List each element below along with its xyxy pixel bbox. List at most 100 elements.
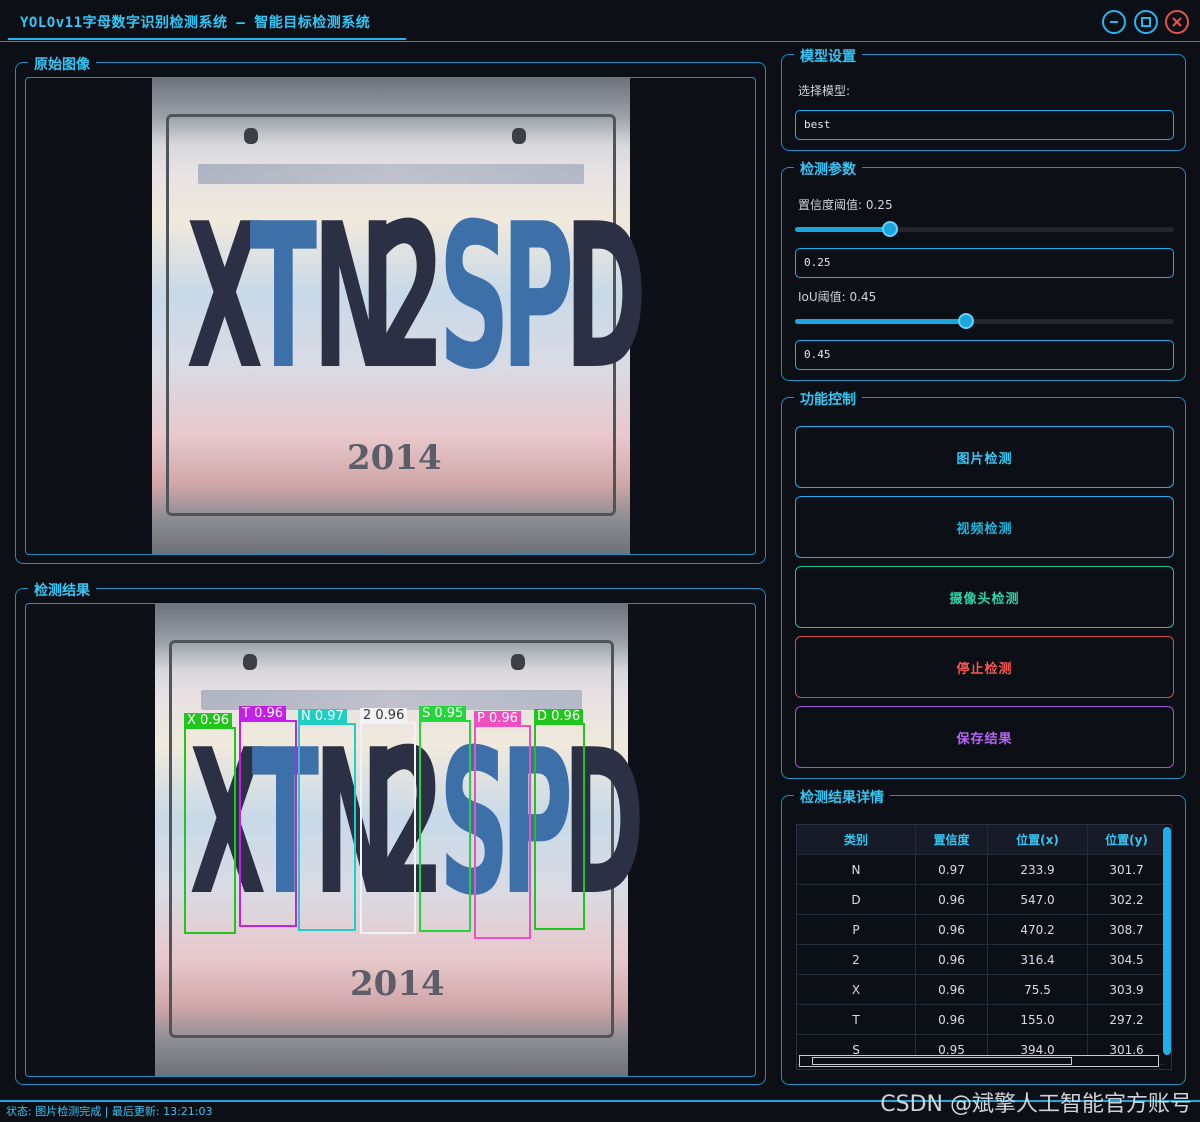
- plate-bolt: [243, 654, 257, 670]
- detection-box: T 0.96: [239, 706, 297, 927]
- table-cell: 308.7: [1109, 922, 1144, 937]
- function-control-panel: 功能控制 图片检测 视频检测 摄像头检测 停止检测 保存结果: [781, 389, 1186, 779]
- stop-detect-button[interactable]: 停止检测: [795, 636, 1174, 698]
- table-row[interactable]: P 0.96 470.2 308.7: [797, 915, 1165, 945]
- table-row[interactable]: N 0.97 233.9 301.7: [797, 855, 1165, 885]
- table-cell: 304.5: [1109, 952, 1144, 967]
- column-header-x[interactable]: 位置(x): [988, 825, 1088, 854]
- plate-char: N: [312, 181, 396, 414]
- close-icon: [1172, 17, 1182, 27]
- column-header-y[interactable]: 位置(y): [1088, 825, 1165, 854]
- result-plate-image: X T N 2 S P D 2014 X 0.96 T 0.96 N 0.97: [155, 604, 645, 1076]
- detection-box: N 0.97: [298, 709, 356, 931]
- app-window: YOLOv11字母数字识别检测系统 – 智能目标检测系统 原始图像 X T N: [0, 0, 1200, 1122]
- confidence-input[interactable]: 0.25: [795, 248, 1174, 278]
- detection-label: 2 0.96: [360, 708, 408, 723]
- plate-bolt: [244, 128, 258, 144]
- image-detect-button[interactable]: 图片检测: [795, 426, 1174, 488]
- table-cell: 470.2: [988, 915, 1088, 944]
- detection-box: 2 0.96: [360, 708, 416, 934]
- table-cell: T: [797, 1005, 916, 1034]
- status-text: 状态: 图片检测完成 | 最后更新: 13:21:03: [6, 1105, 213, 1118]
- confidence-threshold-label: 置信度阈值: 0.25: [798, 198, 893, 212]
- detection-box: D 0.96: [534, 709, 585, 930]
- column-header-confidence[interactable]: 置信度: [916, 825, 988, 854]
- table-cell: 0.96: [916, 1005, 988, 1034]
- table-cell: 302.2: [1109, 892, 1144, 907]
- original-image-frame: X T N 2 S P D 2014: [25, 77, 756, 555]
- iou-slider[interactable]: [795, 313, 1174, 329]
- plate-characters: X T N 2 S P D: [174, 181, 647, 414]
- table-cell: 301.7: [1109, 862, 1144, 877]
- model-settings-panel: 模型设置 选择模型: best: [781, 46, 1186, 151]
- iou-threshold-label: IoU阈值: 0.45: [798, 290, 877, 304]
- iou-slider-handle[interactable]: [957, 313, 974, 329]
- confidence-slider-handle[interactable]: [881, 221, 898, 237]
- title-bar[interactable]: YOLOv11字母数字识别检测系统 – 智能目标检测系统: [0, 0, 1200, 42]
- table-cell: 0.97: [916, 855, 988, 884]
- horizontal-scrollbar-thumb[interactable]: [812, 1057, 1072, 1065]
- detection-box: X 0.96: [184, 713, 236, 934]
- detection-details-title: 检测结果详情: [794, 787, 890, 807]
- table-row[interactable]: X 0.96 75.5 303.9: [797, 975, 1165, 1005]
- close-button[interactable]: [1165, 10, 1189, 34]
- plate-year: 2014: [347, 438, 442, 478]
- detection-label: X 0.96: [184, 713, 232, 728]
- original-plate-image: X T N 2 S P D 2014: [152, 78, 647, 554]
- table-row[interactable]: T 0.96 155.0 297.2: [797, 1005, 1165, 1035]
- table-header-row: 类别 置信度 位置(x) 位置(y): [797, 825, 1165, 855]
- table-cell: 233.9: [988, 855, 1088, 884]
- horizontal-scrollbar[interactable]: [799, 1055, 1159, 1067]
- table-cell: 0.96: [916, 915, 988, 944]
- table-cell: X: [797, 975, 916, 1004]
- video-detect-button[interactable]: 视频检测: [795, 496, 1174, 558]
- table-cell: 0.96: [916, 945, 988, 974]
- detection-params-title: 检测参数: [794, 159, 862, 179]
- detection-label: P 0.96: [474, 711, 521, 726]
- plate-bolt: [511, 654, 525, 670]
- model-select[interactable]: best: [795, 110, 1174, 140]
- table-cell: D: [797, 885, 916, 914]
- detection-label: N 0.97: [298, 709, 347, 724]
- camera-detect-button[interactable]: 摄像头检测: [795, 566, 1174, 628]
- plate-char: 2: [375, 181, 445, 414]
- minimize-button[interactable]: [1102, 10, 1126, 34]
- save-result-button[interactable]: 保存结果: [795, 706, 1174, 768]
- plate-char: T: [249, 181, 318, 414]
- table-cell: N: [797, 855, 916, 884]
- result-image-frame: X T N 2 S P D 2014 X 0.96 T 0.96 N 0.97: [25, 603, 756, 1077]
- table-cell: 547.0: [988, 885, 1088, 914]
- confidence-slider-fill: [795, 227, 890, 232]
- detection-label: S 0.95: [419, 706, 467, 721]
- result-image-title: 检测结果: [28, 580, 96, 600]
- table-row[interactable]: D 0.96 547.0 302.2: [797, 885, 1165, 915]
- function-control-title: 功能控制: [794, 389, 862, 409]
- table-cell: 297.2: [1109, 1012, 1144, 1027]
- original-image-panel: 原始图像 X T N 2 S P D 2014: [15, 54, 766, 564]
- window-title: YOLOv11字母数字识别检测系统 – 智能目标检测系统: [20, 15, 371, 31]
- watermark-text: CSDN @斌擎人工智能官方账号: [880, 1092, 1192, 1117]
- table-cell: 2: [797, 945, 916, 974]
- column-header-class[interactable]: 类别: [797, 825, 916, 854]
- plate-year: 2014: [350, 964, 445, 1004]
- iou-input[interactable]: 0.45: [795, 340, 1174, 370]
- plate-char: P: [501, 181, 575, 414]
- vertical-scrollbar[interactable]: [1163, 827, 1171, 1055]
- plate-char: D: [564, 181, 647, 414]
- iou-slider-fill: [795, 319, 966, 324]
- detection-details-panel: 检测结果详情 类别 置信度 位置(x) 位置(y) N 0.97 233.9 301.…: [781, 787, 1186, 1085]
- detection-box: S 0.95: [419, 706, 471, 932]
- table-cell: 0.96: [916, 975, 988, 1004]
- confidence-slider[interactable]: [795, 221, 1174, 237]
- table-row[interactable]: 2 0.96 316.4 304.5: [797, 945, 1165, 975]
- table-cell: 155.0: [988, 1005, 1088, 1034]
- maximize-button[interactable]: [1134, 10, 1158, 34]
- table-cell: 0.96: [916, 885, 988, 914]
- detection-results-table[interactable]: 类别 置信度 位置(x) 位置(y) N 0.97 233.9 301.7 D 0.96 5…: [796, 824, 1172, 1070]
- select-model-label: 选择模型:: [798, 84, 851, 98]
- original-image-title: 原始图像: [28, 54, 96, 74]
- detection-box: P 0.96: [474, 711, 531, 939]
- table-cell: 75.5: [988, 975, 1088, 1004]
- table-cell: 303.9: [1109, 982, 1144, 997]
- minimize-icon: [1110, 21, 1118, 23]
